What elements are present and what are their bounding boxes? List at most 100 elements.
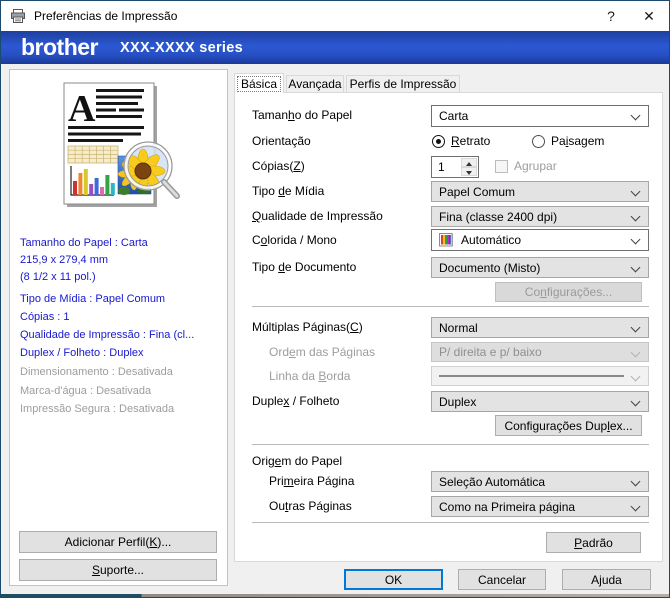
radio-portrait[interactable] [432, 134, 445, 148]
radio-landscape[interactable] [532, 134, 545, 148]
duplex-label: Duplex / Folheto [252, 394, 340, 408]
media-type-select[interactable]: Papel Comum [431, 181, 649, 202]
summary-duplex: Duplex / Folheto : Duplex [20, 347, 144, 359]
spinner-up-icon[interactable] [461, 158, 477, 167]
collate-checkbox[interactable] [495, 160, 508, 173]
border-line-select [431, 366, 649, 386]
support-button[interactable]: Suporte... [19, 559, 217, 581]
tab-print-profiles-label: Perfis de Impressão [349, 77, 457, 91]
spinner-down-icon[interactable] [461, 167, 477, 176]
chevron-down-icon [630, 234, 641, 245]
summary-paper-mm: 215,9 x 279,4 mm [20, 254, 109, 266]
multipage-select[interactable]: Normal [431, 317, 649, 338]
brother-logo: brother [21, 34, 99, 60]
chevron-down-icon [630, 186, 641, 197]
tab-advanced[interactable]: Avançada [286, 75, 344, 93]
table-graphic [67, 145, 119, 164]
chevron-down-icon [630, 110, 641, 121]
summary-copies: Cópias : 1 [20, 311, 70, 323]
cancel-button[interactable]: Cancelar [458, 569, 546, 590]
chevron-down-icon [630, 262, 641, 273]
media-type-label: Tipo de Mídia [252, 184, 325, 198]
summary-secure-print: Impressão Segura : Desativada [20, 403, 175, 415]
color-mono-value: Automático [461, 233, 522, 247]
other-pages-select[interactable]: Como na Primeira página [431, 496, 649, 517]
document-type-value: Documento (Misto) [439, 260, 541, 275]
print-preferences-dialog: Preferências de Impressão ? ✕ brother XX… [0, 0, 670, 598]
color-mono-label: Colorida / Mono [252, 233, 337, 247]
duplex-value: Duplex [439, 394, 477, 409]
copies-stepper[interactable]: 1 [431, 156, 479, 178]
settings-summary: Tamanho do Papel : Carta 215,9 x 279,4 m… [20, 236, 222, 416]
window-bottom-border [1, 594, 669, 597]
radio-landscape-label[interactable]: Paisagem [551, 134, 604, 148]
multipage-value: Normal [439, 320, 478, 335]
page-order-value: P/ direita e p/ baixo [439, 345, 542, 359]
border-line-label: Linha da Borda [269, 369, 351, 383]
color-mode-icon [439, 233, 453, 247]
color-mono-select[interactable]: Automático [431, 229, 649, 251]
chevron-down-icon [630, 211, 641, 222]
summary-paper-size: Tamanho do Papel : Carta [20, 237, 148, 249]
summary-scaling: Dimensionamento : Desativada [20, 366, 173, 378]
title-bar: Preferências de Impressão ? ✕ [1, 1, 669, 31]
separator [252, 444, 649, 446]
help-button-footer[interactable]: Aj uda [562, 569, 651, 590]
multipage-label: Múltiplas Páginas(C) [252, 320, 363, 334]
orientation-label: Orientação [252, 134, 311, 148]
ok-button[interactable]: OK [344, 569, 443, 590]
separator [252, 306, 649, 308]
summary-quality: Qualidade de Impressão : Fina (cl... [20, 329, 195, 341]
chevron-down-icon [630, 322, 641, 333]
tab-basic-label: Básica [240, 76, 278, 91]
chevron-down-icon [630, 371, 641, 382]
paper-source-group-label: Origem do Papel [252, 454, 343, 468]
tab-advanced-label: Avançada [288, 77, 342, 91]
other-pages-value: Como na Primeira página [439, 499, 576, 514]
first-page-label: Primeira Página [269, 474, 355, 488]
radio-portrait-label[interactable]: Retrato [451, 134, 490, 148]
summary-watermark: Marca-d'água : Desativada [20, 385, 152, 397]
orientation-portrait-option[interactable]: Retrato [432, 134, 490, 148]
first-page-value: Seleção Automática [439, 474, 546, 489]
chevron-down-icon [630, 396, 641, 407]
summary-paper-inches: (8 1/2 x 11 pol.) [20, 271, 96, 283]
duplex-settings-button[interactable]: Configurações Dup l ex... [495, 415, 642, 436]
border-line-sample [439, 375, 624, 377]
print-quality-value: Fina (classe 2400 dpi) [439, 209, 558, 224]
paper-size-value: Carta [439, 109, 469, 123]
chevron-down-icon [630, 501, 641, 512]
page-order-label: Ordem das Páginas [269, 345, 376, 359]
paper-size-select[interactable]: Carta [431, 105, 649, 127]
chevron-down-icon [630, 347, 641, 358]
page-order-select: P/ direita e p/ baixo [431, 342, 649, 362]
orientation-landscape-option[interactable]: Paisagem [532, 134, 604, 148]
help-button[interactable]: ? [593, 1, 629, 31]
document-settings-button: Co n figurações... [495, 282, 642, 302]
copies-label: Cópias(Z) [252, 159, 305, 173]
summary-media-type: Tipo de Mídia : Papel Comum [20, 293, 166, 305]
separator [252, 522, 649, 524]
other-pages-label: Outras Páginas [269, 499, 352, 513]
print-quality-select[interactable]: Fina (classe 2400 dpi) [431, 206, 649, 227]
add-profile-button[interactable]: Adicionar Perfil(K)... [19, 531, 217, 553]
preview-panel: A Tamanho do Papel: Carta 215,9 x 279,4… [9, 69, 228, 586]
window-title: Preferências de Impressão [34, 9, 178, 23]
duplex-select[interactable]: Duplex [431, 391, 649, 412]
print-quality-label: Qualidade de Impressão [252, 209, 383, 223]
chevron-down-icon [630, 476, 641, 487]
close-icon[interactable]: ✕ [631, 1, 667, 31]
document-type-select[interactable]: Documento (Misto) [431, 257, 649, 278]
collate-label: Agrupar [514, 159, 557, 173]
media-type-value: Papel Comum [439, 184, 516, 199]
tab-print-profiles[interactable]: Perfis de Impressão [346, 75, 460, 93]
printer-icon [11, 9, 25, 23]
default-button[interactable]: Padrão [546, 532, 641, 553]
brand-bar: brother XXX-XXXX series [1, 31, 669, 64]
document-preview-image: A [63, 82, 180, 207]
svg-text:A: A [68, 88, 96, 130]
paper-size-label: Tamanho do Papel [252, 108, 353, 122]
first-page-select[interactable]: Seleção Automática [431, 471, 649, 492]
tab-basic[interactable]: Básica [234, 73, 284, 93]
document-type-label: Tipo de Documento [252, 260, 357, 274]
